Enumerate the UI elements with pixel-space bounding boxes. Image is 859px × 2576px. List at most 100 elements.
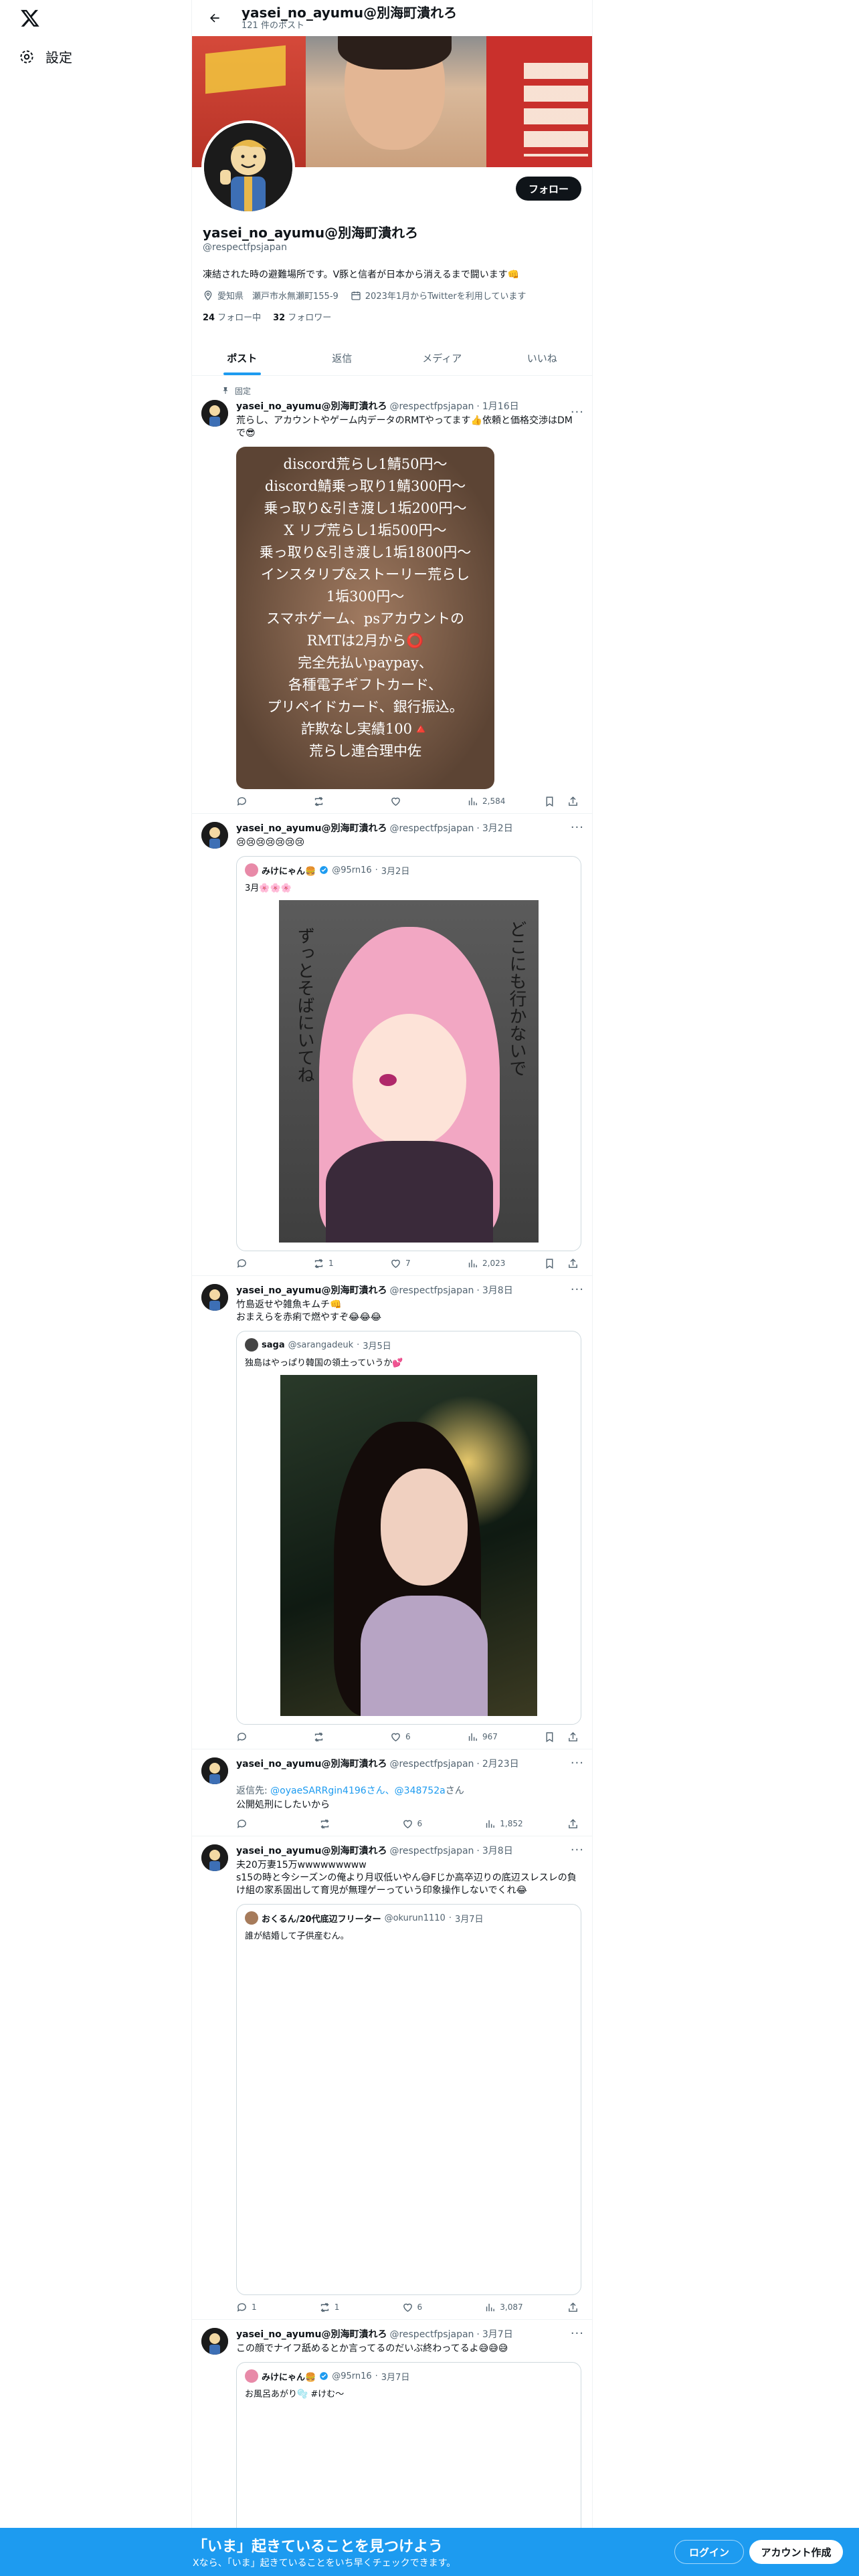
back-button[interactable] [201, 5, 228, 31]
tweet-author-name[interactable]: yasei_no_ayumu@別海町潰れろ [236, 2328, 387, 2341]
tweet-author-name[interactable]: yasei_no_ayumu@別海町潰れろ [236, 1844, 387, 1858]
tweet[interactable]: ··· yasei_no_ayumu@別海町潰れろ @respectfpsjap… [192, 1749, 592, 1836]
tweet-date[interactable]: 2月23日 [482, 1757, 519, 1771]
tweet-author-name[interactable]: yasei_no_ayumu@別海町潰れろ [236, 1757, 387, 1771]
quote-image[interactable] [280, 1375, 537, 1716]
retweet-button[interactable] [319, 1818, 359, 1830]
tweet-handle[interactable]: @respectfpsjapan [389, 1284, 474, 1297]
signup-button[interactable]: アカウント作成 [749, 2540, 843, 2564]
more-icon[interactable]: ··· [571, 821, 584, 835]
quote-author-name: みけにゃん🍔 [262, 2372, 316, 2383]
like-button[interactable] [390, 796, 430, 807]
tweet-date[interactable]: 1月16日 [482, 400, 519, 413]
profile-avatar[interactable] [201, 120, 295, 214]
retweet-button[interactable]: 1 [319, 2302, 359, 2313]
x-logo-icon[interactable] [20, 8, 40, 28]
tweet[interactable]: ··· yasei_no_ayumu@別海町潰れろ @respectfpsjap… [192, 1276, 592, 1749]
tweet-date[interactable]: 3月8日 [482, 1284, 513, 1297]
reply-button[interactable] [236, 1731, 276, 1743]
bookmark-icon[interactable] [544, 796, 555, 807]
more-icon[interactable]: ··· [571, 405, 584, 419]
quote-date: 3月2日 [381, 866, 410, 877]
tweet-avatar[interactable] [201, 822, 228, 849]
like-button[interactable]: 6 [402, 2302, 442, 2313]
tweet-author-name[interactable]: yasei_no_ayumu@別海町潰れろ [236, 1284, 387, 1297]
quote-image[interactable]: どこにも行かないで ずっとそばにいてね [279, 900, 539, 1243]
quoted-tweet[interactable]: saga @sarangadeuk · 3月5日 独島はやっぱり韓国の領土ってい… [236, 1331, 581, 1725]
more-icon[interactable]: ··· [571, 2327, 584, 2341]
tweet-avatar[interactable] [201, 400, 228, 427]
views-count: 2,023 [482, 1259, 506, 1268]
reply-button[interactable] [236, 796, 276, 807]
like-button[interactable]: 7 [390, 1258, 430, 1269]
tweet-image[interactable]: discord荒らし1鯖50円〜 discord鯖乗っ取り1鯖300円〜 乗っ取り&… [236, 447, 494, 789]
views-button[interactable]: 2,023 [467, 1258, 507, 1269]
views-count: 967 [482, 1732, 498, 1741]
like-button[interactable]: 6 [390, 1731, 430, 1743]
tweet-handle[interactable]: @respectfpsjapan [389, 822, 474, 835]
vault-boy-avatar-icon [204, 123, 292, 211]
quoted-tweet[interactable]: みけにゃん🍔 @95rn16 · 3月2日 3月🌸🌸🌸 どこにも行かないで ずっ… [236, 856, 581, 1251]
reply-button[interactable] [236, 1818, 276, 1830]
more-icon[interactable]: ··· [571, 1843, 584, 1857]
tweet-text: 😢😢😢😢😢😢😢 [236, 837, 305, 848]
following-count: 24 [203, 313, 215, 323]
views-button[interactable]: 2,584 [467, 796, 507, 807]
quote-handle: @sarangadeuk [288, 1339, 354, 1350]
quoted-tweet[interactable]: おくるん/20代底辺フリーター @okurun1110 · 3月7日 誰が結婚し… [236, 1904, 581, 2295]
tweet-handle[interactable]: @respectfpsjapan [389, 1844, 474, 1858]
tweet[interactable]: ··· yasei_no_ayumu@別海町潰れろ @respectfpsjap… [192, 399, 592, 814]
tweet[interactable]: ··· yasei_no_ayumu@別海町潰れろ @respectfpsjap… [192, 1836, 592, 2320]
reply-button[interactable] [236, 1258, 276, 1269]
rmt-text-line: discord鯖乗っ取り1鯖300円〜 [264, 478, 466, 494]
pinned-label: 固定 [192, 383, 592, 399]
views-button[interactable]: 3,087 [484, 2302, 524, 2313]
more-icon[interactable]: ··· [571, 1756, 584, 1770]
tweet-date[interactable]: 3月7日 [482, 2328, 513, 2341]
tweet-author-name[interactable]: yasei_no_ayumu@別海町潰れろ [236, 400, 387, 413]
tweet-handle[interactable]: @respectfpsjapan [389, 2328, 474, 2341]
share-icon[interactable] [567, 2302, 579, 2313]
bookmark-icon[interactable] [544, 1258, 555, 1269]
tweet-handle[interactable]: @respectfpsjapan [389, 400, 474, 413]
tweet-author-name[interactable]: yasei_no_ayumu@別海町潰れろ [236, 822, 387, 835]
followers-link[interactable]: 32 フォロワー [273, 310, 331, 323]
tweet-avatar[interactable] [201, 1284, 228, 1311]
retweet-button[interactable] [313, 796, 353, 807]
reply-to-link[interactable]: @oyaeSARRgin4196さん、@348752a [270, 1786, 446, 1796]
tab-replies[interactable]: 返信 [292, 341, 393, 375]
tweet-avatar[interactable] [201, 1844, 228, 1871]
tab-media[interactable]: メディア [392, 341, 492, 375]
like-button[interactable]: 6 [402, 1818, 442, 1830]
retweet-button[interactable]: 1 [313, 1258, 353, 1269]
tweet-text: 荒らし、アカウントやゲーム内データのRMTやってます👍依頼と価格交渉はDMで😎 [236, 415, 573, 439]
tweet-date[interactable]: 3月2日 [482, 822, 513, 835]
share-icon[interactable] [567, 1818, 579, 1830]
tab-posts[interactable]: ポスト [192, 341, 292, 375]
tab-likes[interactable]: いいね [492, 341, 593, 375]
bookmark-icon[interactable] [544, 1731, 555, 1743]
following-link[interactable]: 24 フォロー中 [203, 310, 261, 323]
tweet-avatar[interactable] [201, 1757, 228, 1784]
retweet-button[interactable] [313, 1731, 353, 1743]
reply-button[interactable]: 1 [236, 2302, 276, 2313]
share-icon[interactable] [567, 1258, 579, 1269]
quote-date: 3月7日 [454, 1914, 484, 1925]
share-icon[interactable] [567, 796, 579, 807]
views-button[interactable]: 967 [467, 1731, 507, 1743]
views-button[interactable]: 1,852 [484, 1818, 524, 1830]
more-icon[interactable]: ··· [571, 1283, 584, 1297]
main-column: yasei_no_ayumu@別海町潰れろ 121 件のポスト フォロー yas… [191, 0, 593, 2576]
follow-button[interactable]: フォロー [516, 177, 581, 201]
tweet-avatar[interactable] [201, 2328, 228, 2355]
tweet[interactable]: ··· yasei_no_ayumu@別海町潰れろ @respectfpsjap… [192, 814, 592, 1276]
rmt-text-line: 完全先払いpaypay、 [298, 655, 433, 671]
tweet-date[interactable]: 3月8日 [482, 1844, 513, 1858]
banner-subtitle: Xなら、「いま」起きていることをいち早くチェックできます。 [193, 2558, 456, 2569]
share-icon[interactable] [567, 1731, 579, 1743]
views-chart-icon [468, 1733, 477, 1741]
tweet-handle[interactable]: @respectfpsjapan [389, 1757, 474, 1771]
settings-link[interactable]: 設定 [19, 47, 72, 66]
reply-to-line: 返信先: @oyaeSARRgin4196さん、@348752aさん [236, 1772, 581, 1798]
login-button[interactable]: ログイン [674, 2540, 744, 2564]
